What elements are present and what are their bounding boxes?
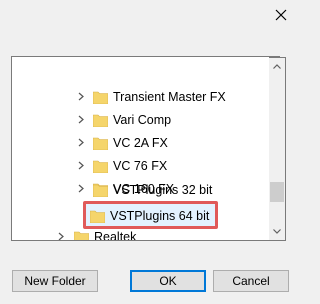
folder-icon: [93, 160, 108, 173]
tree-item-label: VC 76 FX: [113, 158, 168, 173]
folder-tree[interactable]: Transient Master FX Vari Comp VC 2A FX V…: [11, 56, 280, 241]
scroll-down-button[interactable]: [269, 223, 285, 240]
folder-icon: [93, 137, 108, 150]
close-icon: [275, 9, 286, 20]
folder-icon: [74, 231, 89, 240]
cancel-button[interactable]: Cancel: [213, 270, 289, 292]
vertical-scrollbar[interactable]: [269, 57, 286, 241]
chevron-right-icon[interactable]: [76, 138, 86, 148]
tree-item-vstplugins-64-bit[interactable]: VSTPlugins 64 bit: [90, 204, 209, 227]
tree-item-label: VSTPlugins 32 bit: [113, 182, 213, 197]
ok-button[interactable]: OK: [130, 270, 206, 292]
tree-item-vc-2a-fx[interactable]: VC 2A FX: [76, 131, 168, 154]
tree-item-vstplugins-32-bit[interactable]: VSTPlugins 32 bit: [93, 178, 212, 201]
new-folder-button[interactable]: New Folder: [12, 270, 98, 292]
chevron-right-icon[interactable]: [76, 115, 86, 125]
folder-icon: [93, 184, 108, 197]
tree-item-label: VSTPlugins 64 bit: [110, 208, 210, 223]
folder-icon: [93, 114, 108, 127]
scroll-thumb[interactable]: [270, 182, 284, 202]
folder-icon: [93, 91, 108, 104]
tree-item-label: Transient Master FX: [113, 89, 226, 104]
tree-item-realtek[interactable]: Realtek: [56, 225, 137, 241]
chevron-right-icon[interactable]: [76, 184, 86, 194]
chevron-down-icon: [273, 229, 281, 234]
chevron-right-icon[interactable]: [76, 161, 86, 171]
tree-item-label: Realtek: [94, 229, 137, 241]
chevron-right-icon[interactable]: [56, 232, 66, 240]
tree-item-vc-76-fx[interactable]: VC 76 FX: [76, 154, 167, 177]
folder-icon: [90, 210, 105, 223]
tree-item-label: Vari Comp: [113, 112, 172, 127]
tree-item-transient-master-fx[interactable]: Transient Master FX: [76, 85, 226, 108]
close-button[interactable]: [259, 0, 302, 29]
chevron-up-icon: [273, 64, 281, 69]
tree-item-vari-comp[interactable]: Vari Comp: [76, 108, 171, 131]
scroll-up-button[interactable]: [269, 58, 285, 75]
chevron-right-icon[interactable]: [76, 92, 86, 102]
tree-item-label: VC 2A FX: [113, 135, 168, 150]
